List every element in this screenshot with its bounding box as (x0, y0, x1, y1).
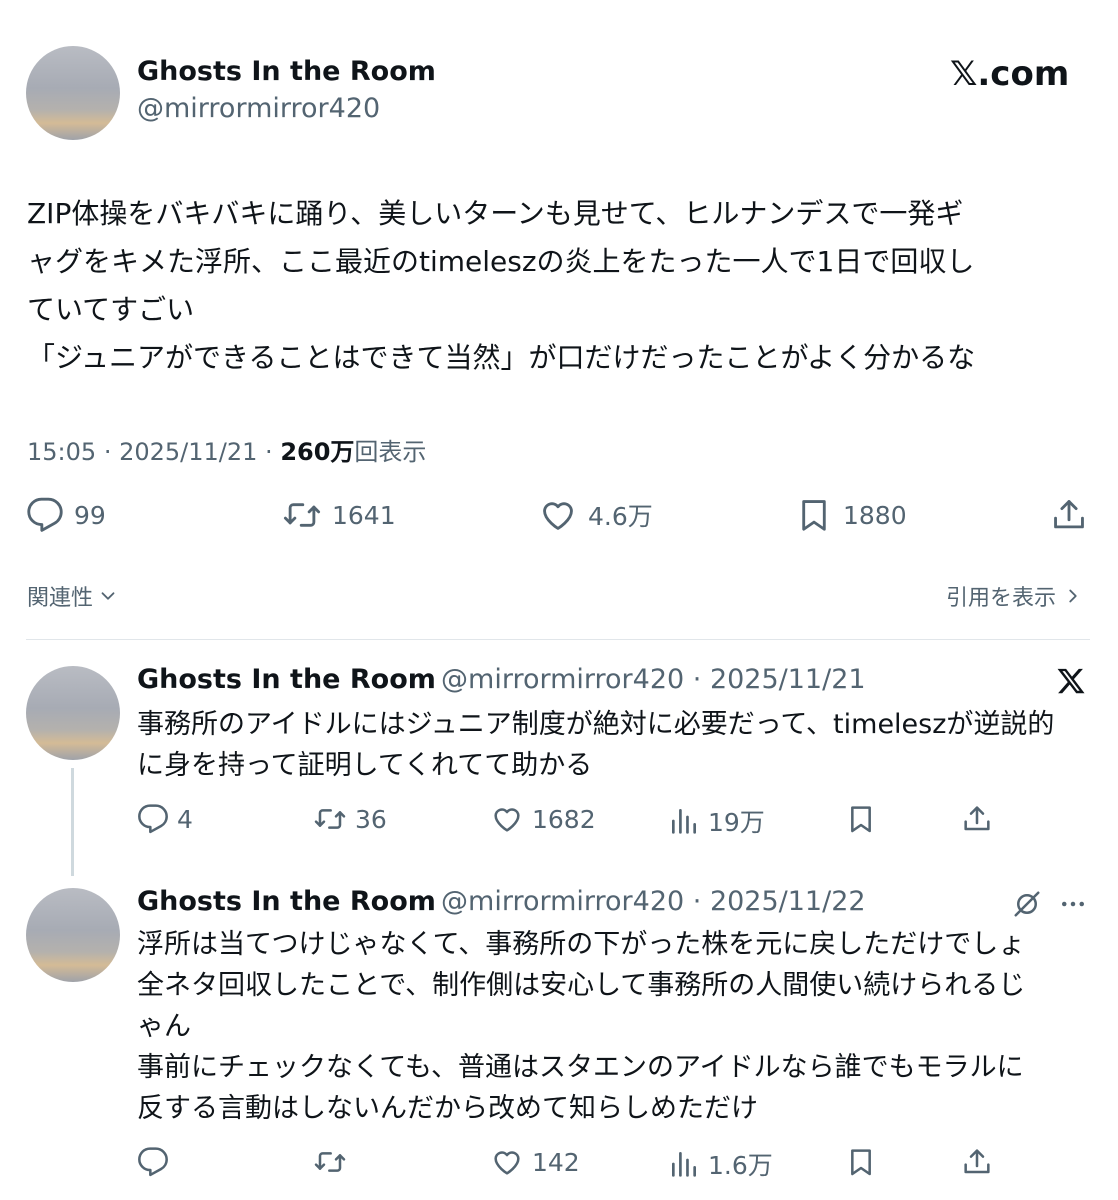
views-button[interactable]: 1.6万 (668, 1146, 773, 1182)
reply-count: 99 (74, 500, 106, 530)
meta-separator: · (684, 664, 710, 695)
reply-button[interactable] (137, 1146, 169, 1178)
share-icon (964, 1149, 990, 1174)
tweet-text-line: 「ジュニアができることはできて当然」が口だけだったことがよく分かるな (27, 341, 976, 374)
bookmark-button[interactable] (845, 1146, 877, 1178)
reply-text-line: ゃん (137, 1011, 191, 1042)
views-chart-icon (672, 809, 696, 834)
bookmark-icon (802, 500, 826, 531)
avatar[interactable] (26, 666, 120, 760)
like-count: 4.6万 (588, 502, 653, 531)
more-options-icon[interactable] (1058, 889, 1088, 919)
reply-button[interactable]: 4 (137, 803, 193, 835)
avatar[interactable] (26, 888, 120, 982)
bookmark-icon (851, 1149, 871, 1176)
author-handle[interactable]: @mirrormirror420 (441, 886, 684, 917)
avatar[interactable] (26, 46, 120, 140)
like-button[interactable]: 142 (490, 1146, 580, 1178)
share-icon (964, 806, 990, 831)
share-button[interactable] (961, 1146, 993, 1178)
like-button[interactable]: 4.6万 (538, 496, 653, 534)
view-quotes-label: 引用を表示 (946, 586, 1057, 611)
reply-header: Ghosts In the Room @mirrormirror420 · 20… (137, 886, 866, 917)
reply-button[interactable]: 99 (26, 496, 106, 534)
reply-count: 4 (177, 804, 193, 834)
reply-text: 浮所は当てつけじゃなくて、事務所の下がった株を元に戻しただけでしょ 全ネタ回収し… (137, 924, 1025, 1129)
tweet-time[interactable]: 15:05 (27, 438, 96, 466)
author-handle[interactable]: @mirrormirror420 (137, 93, 380, 124)
views-count: 1.6万 (708, 1151, 773, 1180)
tweet-meta: 15:05 · 2025/11/21 · 260万回表示 (27, 432, 426, 467)
section-divider (26, 639, 1090, 640)
retweet-button[interactable]: 1641 (282, 496, 396, 534)
reply-icon (138, 1147, 168, 1177)
thread-connector-line (71, 768, 74, 876)
reply-text-line: 事前にチェックなくても、普通はスタエンのアイドルなら誰でもモラルに (137, 1052, 1024, 1083)
reply-icon (138, 804, 168, 834)
reply-date[interactable]: 2025/11/22 (710, 886, 866, 917)
tweet-text-line: ャグをキメた浮所、ここ最近のtimeleszの炎上をたった一人で1日で回収し (27, 245, 975, 278)
retweet-icon (314, 1152, 346, 1172)
reply-text-line: 事務所のアイドルにはジュニア制度が絶対に必要だって、timeleszが逆説的 (137, 709, 1055, 740)
reply-text-line: 浮所は当てつけじゃなくて、事務所の下がった株を元に戻しただけでしょ (137, 929, 1026, 960)
views-chart-icon (672, 1152, 696, 1177)
like-button[interactable]: 1682 (490, 803, 596, 835)
bookmark-icon (851, 806, 871, 833)
view-label: 回表示 (354, 438, 427, 466)
author-handle[interactable]: @mirrormirror420 (441, 664, 684, 695)
view-count: 260万 (280, 438, 355, 466)
views-count: 19万 (708, 808, 765, 837)
relevance-sort-button[interactable]: 関連性 (27, 580, 119, 612)
reply-text-line: に身を持って証明してくれてて助かる (137, 750, 593, 781)
author-name[interactable]: Ghosts In the Room (137, 664, 436, 695)
reply-header: Ghosts In the Room @mirrormirror420 · 20… (137, 664, 866, 695)
bookmark-count: 1880 (843, 500, 907, 530)
bookmark-button[interactable]: 1880 (795, 496, 907, 534)
retweet-button[interactable] (313, 1146, 347, 1178)
grok-icon[interactable] (1012, 889, 1042, 919)
reply-icon (27, 497, 63, 532)
like-count: 142 (532, 1147, 580, 1177)
author-name[interactable]: Ghosts In the Room (137, 886, 436, 917)
meta-separator: · (265, 438, 281, 466)
tweet-text-line: ていてすごい (27, 293, 195, 326)
chevron-down-icon (101, 592, 115, 600)
share-button[interactable] (961, 803, 993, 835)
author-name[interactable]: Ghosts In the Room (137, 56, 436, 87)
share-icon (1054, 500, 1084, 529)
retweet-count: 1641 (332, 500, 396, 530)
retweet-icon (314, 809, 346, 829)
reply-text: 事務所のアイドルにはジュニア制度が絶対に必要だって、timeleszが逆説的 に… (137, 704, 1054, 786)
reply-text-line: 全ネタ回収したことで、制作側は安心して事務所の人間使い続けられるじ (137, 970, 1026, 1001)
retweet-icon (283, 503, 321, 527)
tweet-date[interactable]: 2025/11/21 (119, 438, 257, 466)
tweet-text-line: ZIP体操をバキバキに踊り、美しいターンも見せて、ヒルナンデスで一発ギ (27, 197, 964, 230)
meta-separator: · (103, 438, 120, 466)
relevance-label: 関連性 (27, 586, 94, 611)
bookmark-button[interactable] (845, 803, 877, 835)
heart-icon (494, 808, 520, 832)
heart-icon (543, 502, 573, 530)
meta-separator: · (684, 886, 710, 917)
tweet-text: ZIP体操をバキバキに踊り、美しいターンも見せて、ヒルナンデスで一発ギ ャグをキ… (27, 190, 975, 382)
reply-text-line: 反する言動はしないんだから改めて知らしめただけ (137, 1093, 758, 1124)
share-button[interactable] (1050, 496, 1088, 534)
x-logo-icon (1057, 668, 1085, 694)
chevron-right-icon (1069, 589, 1077, 603)
heart-icon (494, 1151, 520, 1175)
like-count: 1682 (532, 804, 596, 834)
reply-date[interactable]: 2025/11/21 (710, 664, 866, 695)
x-brand-logo: 𝕏.com (950, 54, 1070, 94)
views-button[interactable]: 19万 (668, 803, 765, 839)
retweet-count: 36 (355, 804, 387, 834)
view-quotes-link[interactable]: 引用を表示 (946, 580, 1084, 612)
retweet-button[interactable]: 36 (313, 803, 387, 835)
